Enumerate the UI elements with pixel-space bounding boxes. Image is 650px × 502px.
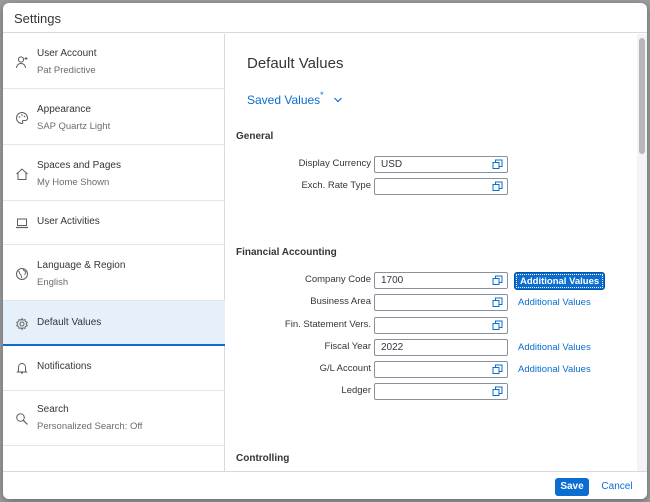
gear-icon xyxy=(16,317,28,331)
value-help-icon[interactable] xyxy=(492,320,503,331)
section-title-financial-accounting: Financial Accounting xyxy=(236,247,337,258)
settings-sidebar: User Account Pat Predictive Appearance S… xyxy=(3,34,225,471)
sidebar-item-user-activities[interactable]: User Activities xyxy=(3,201,225,245)
company-code-row: Additional Values xyxy=(226,272,647,290)
business-area-additional-values-link[interactable]: Additional Values xyxy=(518,297,591,308)
field-value: 2022 xyxy=(381,342,404,353)
default-values-panel: Default Values Saved Values* General Dis… xyxy=(226,34,647,471)
sidebar-item-sublabel: English xyxy=(37,277,69,288)
sidebar-item-notifications[interactable]: Notifications xyxy=(3,346,225,391)
value-help-icon[interactable] xyxy=(492,181,503,192)
field-label-exch-rate-type: Exch. Rate Type xyxy=(301,180,371,191)
sidebar-item-label: Search xyxy=(37,404,69,415)
sidebar-item-appearance[interactable]: Appearance SAP Quartz Light xyxy=(3,89,225,145)
ledger-input[interactable] xyxy=(374,383,508,400)
exch-rate-type-input[interactable] xyxy=(374,178,508,195)
variant-label: Saved Values xyxy=(247,93,321,107)
user-icon xyxy=(16,56,28,69)
dialog-footer: Save Cancel xyxy=(3,471,647,499)
sidebar-item-label: User Activities xyxy=(37,216,100,227)
value-help-icon[interactable] xyxy=(492,364,503,375)
field-label-gl-account: G/L Account xyxy=(319,363,371,374)
sidebar-item-label: Notifications xyxy=(37,361,92,372)
globe-icon xyxy=(16,268,28,280)
chevron-down-icon xyxy=(334,97,342,103)
field-label-fin-statement-vers: Fin. Statement Vers. xyxy=(284,319,371,330)
field-label-fiscal-year: Fiscal Year xyxy=(324,341,371,352)
gl-account-additional-values-link[interactable]: Additional Values xyxy=(518,364,591,375)
sidebar-item-language-region[interactable]: Language & Region English xyxy=(3,245,225,301)
palette-icon xyxy=(16,111,29,125)
value-help-icon[interactable] xyxy=(492,297,503,308)
settings-dialog: Settings User Account Pat Predictive App… xyxy=(3,3,647,499)
dialog-header: Settings xyxy=(3,3,647,33)
main-scrollbar[interactable] xyxy=(637,34,647,471)
field-value: USD xyxy=(381,159,403,170)
company-code-additional-values-button[interactable]: Additional Values xyxy=(514,272,606,290)
sidebar-item-user-account[interactable]: User Account Pat Predictive xyxy=(3,34,225,89)
fin-statement-vers-input[interactable] xyxy=(374,317,508,334)
sidebar-item-default-values[interactable]: Default Values xyxy=(3,301,225,346)
value-help-icon[interactable] xyxy=(492,386,503,397)
save-button[interactable]: Save xyxy=(555,478,589,496)
laptop-icon xyxy=(16,218,28,229)
fiscal-year-additional-values-link[interactable]: Additional Values xyxy=(518,342,591,353)
field-label-display-currency: Display Currency xyxy=(298,158,371,169)
search-icon xyxy=(16,413,28,425)
business-area-input[interactable] xyxy=(374,294,508,311)
home-icon xyxy=(16,168,28,180)
variant-selector[interactable]: Saved Values* xyxy=(247,90,342,107)
display-currency-input[interactable]: USD xyxy=(374,156,508,173)
field-label-business-area: Business Area xyxy=(310,296,371,307)
section-title-general: General xyxy=(236,131,274,142)
sidebar-item-label: Appearance xyxy=(37,104,91,115)
bell-icon xyxy=(16,362,28,374)
sidebar-item-sublabel: SAP Quartz Light xyxy=(37,121,111,132)
sidebar-item-sublabel: My Home Shown xyxy=(37,177,110,188)
sidebar-item-label: Language & Region xyxy=(37,260,126,271)
sidebar-item-search[interactable]: Search Personalized Search: Off xyxy=(3,391,225,446)
dialog-title: Settings xyxy=(14,11,61,26)
sidebar-item-sublabel: Personalized Search: Off xyxy=(37,421,143,432)
fiscal-year-input[interactable]: 2022 xyxy=(374,339,508,356)
field-label-ledger: Ledger xyxy=(341,385,371,396)
sidebar-item-sublabel: Pat Predictive xyxy=(37,65,96,76)
cancel-button[interactable]: Cancel xyxy=(597,478,637,496)
section-title-controlling: Controlling xyxy=(236,453,290,464)
gl-account-input[interactable] xyxy=(374,361,508,378)
sidebar-item-spaces-and-pages[interactable]: Spaces and Pages My Home Shown xyxy=(3,145,225,201)
sidebar-item-label: Default Values xyxy=(37,317,102,328)
scrollbar-thumb[interactable] xyxy=(639,38,645,154)
sidebar-item-label: Spaces and Pages xyxy=(37,160,121,171)
value-help-icon[interactable] xyxy=(492,159,503,170)
page-title: Default Values xyxy=(247,55,344,72)
variant-modified-marker: * xyxy=(320,90,324,100)
sidebar-item-label: User Account xyxy=(37,48,97,59)
